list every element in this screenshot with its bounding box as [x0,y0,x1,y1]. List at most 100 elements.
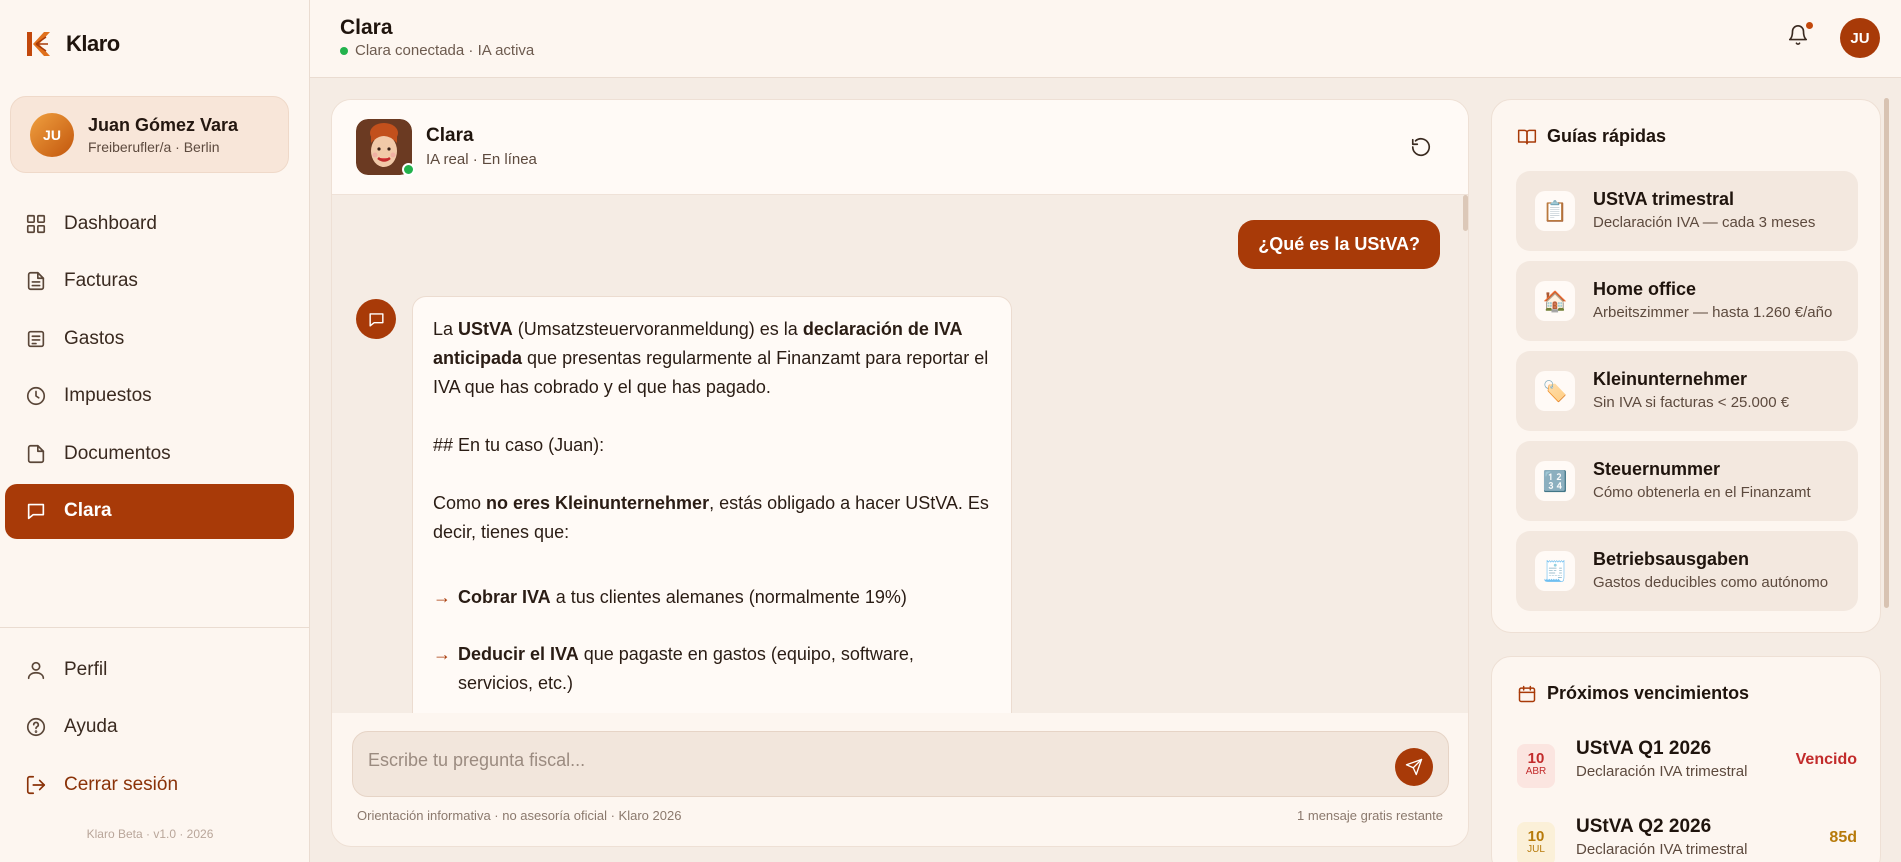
receipt-icon: 🧾 [1535,551,1575,591]
clipboard-icon: 📋 [1535,191,1575,231]
logout-icon [26,775,46,794]
deadline-date: 10 ABR [1517,744,1555,788]
send-button[interactable] [1395,748,1433,786]
help-circle-icon [26,717,46,737]
chat-panel: Clara IA real · En línea ¿Qué es la UStV… [331,99,1469,847]
notifications-button[interactable] [1787,22,1813,50]
bot-avatar [356,299,396,339]
quick-guides-title: Guías rápidas [1517,126,1666,147]
deadline-item[interactable]: 10 JUL UStVA Q2 2026 Declaración IVA tri… [1517,816,1857,862]
deadline-status: 85d [1829,829,1857,846]
chat-name: Clara [426,125,474,146]
guide-home-office[interactable]: 🏠 Home office Arbeitszimmer — hasta 1.26… [1516,261,1858,341]
send-icon [1405,758,1423,776]
receipt-icon [27,330,45,347]
chat-scrollbar[interactable] [1463,195,1468,231]
arrow-icon: → [433,587,451,607]
calendar-icon [1518,685,1536,702]
secondary-nav: Perfil Ayuda Cerrar sesión [5,642,294,815]
nav-label-impuestos: Impuestos [64,385,152,406]
user-message: ¿Qué es la UStVA? [1238,220,1440,269]
chat-header: Clara IA real · En línea [332,100,1468,195]
nav-item-facturas[interactable]: Facturas [5,254,294,309]
guide-betriebsausgaben[interactable]: 🧾 Betriebsausgaben Gastos deducibles com… [1516,531,1858,611]
deadline-date: 10 JUL [1517,822,1555,862]
nav-item-documentos[interactable]: Documentos [5,426,294,481]
book-open-icon [1517,129,1537,144]
guide-title: Home office [1593,279,1697,299]
main-nav: Dashboard Facturas Gastos Impuestos Docu… [5,196,294,541]
version-label: Klaro Beta · v1.0 · 2026 [86,827,214,841]
notification-badge [1806,22,1813,29]
bot-message: La UStVA (Umsatzsteuervoranmeldung) es l… [412,296,1012,713]
user-subtitle: Freiberufler/a · Berlin [88,138,220,155]
nav-item-gastos[interactable]: Gastos [5,311,294,366]
guide-subtitle: Arbeitszimmer — hasta 1.260 €/año [1593,304,1833,321]
nav-label-gastos: Gastos [64,327,125,349]
guide-kleinunternehmer[interactable]: 🏷️ Kleinunternehmer Sin IVA si facturas … [1516,351,1858,431]
guide-title: Betriebsausgaben [1593,549,1750,569]
right-column-scrollbar[interactable] [1884,98,1889,608]
nav-label-logout: Cerrar sesión [64,773,179,795]
nav-label-dashboard: Dashboard [64,212,157,234]
clock-icon [26,386,46,406]
chat-input[interactable] [368,750,1368,771]
guide-ustva[interactable]: 📋 UStVA trimestral Declaración IVA — cad… [1516,171,1858,251]
connection-status: Clara conectada · IA activa [340,42,534,59]
brand-name: Klaro [66,31,120,56]
arrow-icon: → [433,644,451,664]
numbers-icon: 🔢 [1535,461,1575,501]
messages-remaining: 1 mensaje gratis restante [1297,808,1443,823]
chat-bubble-icon [27,503,45,520]
guide-subtitle: Declaración IVA — cada 3 meses [1593,214,1816,231]
deadline-title: UStVA Q2 2026 [1576,816,1712,837]
bot-heading: ## En tu caso (Juan): [433,435,605,455]
user-avatar: JU [30,112,74,157]
house-icon: 🏠 [1535,281,1575,321]
logout-button[interactable]: Cerrar sesión [5,757,294,812]
user-name: Juan Gómez Vara [88,114,239,135]
sidebar-divider [0,627,309,628]
user-icon [27,661,45,679]
refresh-icon [1411,138,1431,157]
nav-label-clara: Clara [64,500,112,521]
chat-messages[interactable]: ¿Qué es la UStVA? La UStVA (Umsatzsteuer… [332,195,1468,713]
top-header: Clara Clara conectada · IA activa JU [310,0,1901,78]
nav-item-ayuda[interactable]: Ayuda [5,700,294,755]
online-dot-icon [340,46,348,55]
user-card[interactable]: JU Juan Gómez Vara Freiberufler/a · Berl… [10,96,289,173]
nav-item-dashboard[interactable]: Dashboard [5,196,294,251]
nav-label-facturas: Facturas [64,270,138,291]
deadlines-title: Próximos vencimientos [1517,683,1749,704]
reset-chat-button[interactable] [1410,136,1434,160]
nav-label-documentos: Documentos [64,442,171,464]
header-avatar[interactable]: JU [1840,18,1880,58]
bot-paragraph: La UStVA (Umsatzsteuervoranmeldung) es l… [433,319,989,397]
nav-item-clara[interactable]: Clara [5,483,294,539]
chat-bubble-icon [368,312,384,327]
quick-guides-panel: Guías rápidas 📋 UStVA trimestral Declara… [1491,99,1881,633]
nav-item-perfil[interactable]: Perfil [5,642,294,697]
sidebar: Klaro JU Juan Gómez Vara Freiberufler/a … [0,0,310,862]
file-text-icon [27,271,45,291]
guide-steuernummer[interactable]: 🔢 Steuernummer Cómo obtenerla en el Fina… [1516,441,1858,521]
page-title: Clara [340,16,393,39]
guide-subtitle: Cómo obtenerla en el Finanzamt [1593,484,1811,501]
nav-item-impuestos[interactable]: Impuestos [5,369,294,424]
klaro-logo-icon [27,32,50,56]
connection-status-text: Clara conectada · IA activa [355,42,535,59]
chat-input-box [352,731,1449,797]
guide-subtitle: Sin IVA si facturas < 25.000 € [1593,394,1790,411]
deadline-item[interactable]: 10 ABR UStVA Q1 2026 Declaración IVA tri… [1517,738,1857,798]
nav-label-perfil: Perfil [64,658,108,680]
guide-list: 📋 UStVA trimestral Declaración IVA — cad… [1516,171,1858,621]
deadline-subtitle: Declaración IVA trimestral [1576,763,1748,780]
guide-title: Kleinunternehmer [1593,369,1748,389]
disclaimer: Orientación informativa · no asesoría of… [357,808,682,823]
brand[interactable]: Klaro [22,28,120,60]
guide-title: Steuernummer [1593,459,1721,479]
deadline-subtitle: Declaración IVA trimestral [1576,841,1748,858]
clara-avatar [356,119,415,176]
bot-bullet: → Cobrar IVA a tus clientes alemanes (no… [433,583,991,612]
guide-title: UStVA trimestral [1593,189,1735,209]
